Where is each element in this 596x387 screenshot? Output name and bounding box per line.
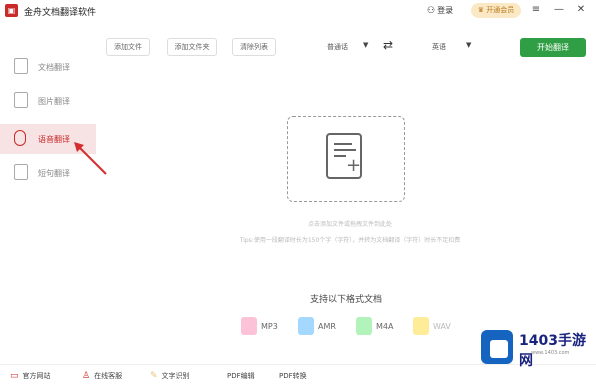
monitor-icon: ▭ <box>10 371 19 381</box>
drop-zone[interactable]: + <box>287 116 405 202</box>
add-file-button[interactable]: 添加文件 <box>106 38 150 56</box>
app-title: 金舟文档翻译软件 <box>24 8 97 18</box>
formats-title: 支持以下格式文档 <box>309 295 382 305</box>
music-note-icon <box>241 317 257 335</box>
sidebar-item-label: 文档翻译 <box>38 63 70 72</box>
add-document-icon: + <box>326 133 362 179</box>
footer-label: 官方网站 <box>22 372 51 380</box>
person-icon: ♙ <box>82 371 91 381</box>
microphone-icon <box>14 130 26 146</box>
site-watermark: 1403手游网 www.1403.com <box>479 328 593 372</box>
login-button[interactable]: ⚇ 登录 <box>427 5 453 16</box>
crown-icon: ♛ <box>477 6 485 14</box>
minimize-icon[interactable]: — <box>551 2 567 18</box>
sidebar-item-image[interactable]: 图片翻译 <box>0 86 96 116</box>
title-bar: ▣ 金舟文档翻译软件 ⚇ 登录 ♛ 开通会员 ≡ — ✕ <box>0 0 596 22</box>
footer-label: 在线客服 <box>94 372 123 380</box>
audio-file-icon <box>356 317 372 335</box>
format-label: M4A <box>376 322 394 331</box>
login-label: 登录 <box>437 6 454 15</box>
pdf-edit-link[interactable]: PDF编辑 <box>227 371 255 381</box>
format-label: AMR <box>318 322 336 331</box>
sidebar-item-document[interactable]: 文档翻译 <box>0 52 96 82</box>
sidebar-item-label: 语音翻译 <box>38 135 70 144</box>
format-label: WAV <box>433 322 451 331</box>
chevron-down-icon: ▼ <box>466 41 472 49</box>
target-lang-value: 英语 <box>432 43 446 51</box>
official-site-link[interactable]: ▭ 官方网站 <box>10 371 51 381</box>
footer-label: PDF转换 <box>279 372 307 380</box>
image-icon <box>14 92 28 108</box>
tips-text: Tips:使用一段翻译时长为150个字（字符），并转为文档翻译（字符）时长不足扣… <box>239 237 461 244</box>
sentence-icon <box>14 164 28 180</box>
footer-label: 文字识别 <box>161 372 190 380</box>
add-folder-button[interactable]: 添加文件夹 <box>167 38 217 56</box>
clear-list-button[interactable]: 清除列表 <box>232 38 276 56</box>
app-logo-icon: ▣ <box>5 4 18 17</box>
audio-file-icon <box>413 317 429 335</box>
online-service-link[interactable]: ♙ 在线客服 <box>82 371 122 381</box>
close-icon[interactable]: ✕ <box>573 2 589 18</box>
document-icon <box>14 58 28 74</box>
footer-label: PDF编辑 <box>227 372 255 380</box>
ocr-link[interactable]: ✎ 文字识别 <box>150 371 190 381</box>
sidebar-item-label: 图片翻译 <box>38 97 70 106</box>
swap-icon[interactable]: ⇄ <box>383 38 393 52</box>
user-icon: ⚇ <box>427 6 436 16</box>
start-translate-button[interactable]: 开始翻译 <box>520 38 586 57</box>
drop-hint: 点击添加文件或拖拽文件到此处 <box>307 221 392 228</box>
vip-button[interactable]: ♛ 开通会员 <box>471 3 521 18</box>
audio-file-icon <box>298 317 314 335</box>
annotation-arrow-icon <box>74 142 107 175</box>
watermark-url: www.1403.com <box>531 350 570 356</box>
menu-icon[interactable]: ≡ <box>528 2 544 18</box>
format-label: MP3 <box>261 322 278 331</box>
sidebar-item-label: 短句翻译 <box>38 169 70 178</box>
chevron-down-icon: ▼ <box>363 41 369 49</box>
pdf-convert-link[interactable]: PDF转换 <box>279 371 307 381</box>
scan-icon: ✎ <box>150 371 158 381</box>
watermark-logo-icon <box>481 330 513 364</box>
source-lang-value: 普通话 <box>327 43 348 51</box>
vip-label: 开通会员 <box>486 6 515 14</box>
